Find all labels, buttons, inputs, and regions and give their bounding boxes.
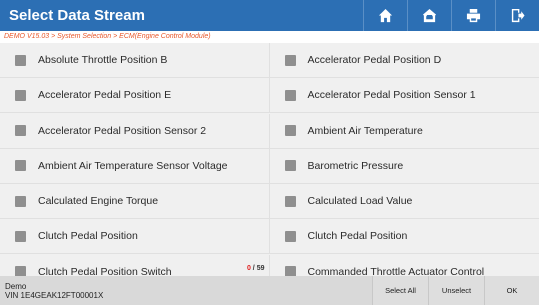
page-title: Select Data Stream xyxy=(9,7,145,24)
list-item[interactable]: Clutch Pedal Position Switch 0 / 59 xyxy=(0,254,270,276)
exit-icon xyxy=(511,8,525,23)
select-all-button[interactable]: Select All xyxy=(372,276,428,305)
list-item[interactable]: Accelerator Pedal Position E xyxy=(0,78,270,114)
list-row: Absolute Throttle Position B Accelerator… xyxy=(0,43,539,78)
item-label: Accelerator Pedal Position D xyxy=(307,54,442,66)
list-row: Clutch Pedal Position Switch 0 / 59 Comm… xyxy=(0,254,539,276)
item-label: Absolute Throttle Position B xyxy=(38,54,168,66)
item-label: Barometric Pressure xyxy=(307,159,404,172)
list-item[interactable]: Accelerator Pedal Position Sensor 2 xyxy=(0,113,270,149)
list-item[interactable]: Accelerator Pedal Position D xyxy=(269,43,539,78)
item-label: Accelerator Pedal Position Sensor 1 xyxy=(307,89,476,102)
vehicle-info: Demo VIN 1E4GEAK12FT00001X xyxy=(0,282,372,300)
checkbox[interactable] xyxy=(15,89,26,101)
list-item[interactable]: Ambient Air Temperature xyxy=(269,114,539,149)
print-button[interactable] xyxy=(451,0,495,31)
bottom-bar: Demo VIN 1E4GEAK12FT00001X Select All Un… xyxy=(0,276,539,305)
data-stream-list[interactable]: Absolute Throttle Position B Accelerator… xyxy=(0,43,539,276)
list-item[interactable]: Calculated Engine Torque xyxy=(0,184,270,220)
item-label: Commanded Throttle Actuator Control xyxy=(307,265,485,276)
toolbar xyxy=(363,0,539,31)
list-row: Ambient Air Temperature Sensor Voltage B… xyxy=(0,148,539,184)
exit-button[interactable] xyxy=(495,0,539,31)
item-label: Calculated Load Value xyxy=(307,195,413,208)
breadcrumb: DEMO V15.03 > System Selection > ECM(Eng… xyxy=(0,31,539,43)
list-row: Calculated Engine Torque Calculated Load… xyxy=(0,184,539,220)
checkbox[interactable] xyxy=(15,54,26,66)
vehicle-button[interactable] xyxy=(407,0,451,31)
checkbox[interactable] xyxy=(284,160,296,172)
item-label: Clutch Pedal Position Switch xyxy=(38,265,172,276)
list-item[interactable]: Clutch Pedal Position xyxy=(0,219,270,255)
checkbox[interactable] xyxy=(15,125,26,137)
title-bar: Select Data Stream xyxy=(0,0,539,31)
list-item[interactable]: Ambient Air Temperature Sensor Voltage xyxy=(0,148,270,184)
car-icon xyxy=(422,8,437,23)
checkbox[interactable] xyxy=(284,230,296,242)
checkbox[interactable] xyxy=(284,195,296,207)
list-item[interactable]: Accelerator Pedal Position Sensor 1 xyxy=(269,78,539,114)
item-label: Accelerator Pedal Position E xyxy=(38,89,172,102)
item-label: Accelerator Pedal Position Sensor 2 xyxy=(38,124,207,137)
checkbox[interactable] xyxy=(284,54,296,66)
checkbox[interactable] xyxy=(284,89,296,101)
list-row: Accelerator Pedal Position Sensor 2 Ambi… xyxy=(0,113,539,149)
item-label: Ambient Air Temperature Sensor Voltage xyxy=(38,159,228,172)
vehicle-name: Demo xyxy=(5,281,27,291)
print-icon xyxy=(466,8,481,23)
item-label: Clutch Pedal Position xyxy=(307,230,408,243)
list-row: Accelerator Pedal Position E Accelerator… xyxy=(0,78,539,114)
list-item[interactable]: Barometric Pressure xyxy=(269,149,539,184)
list-row: Clutch Pedal Position Clutch Pedal Posit… xyxy=(0,219,539,255)
list-item[interactable]: Absolute Throttle Position B xyxy=(0,43,270,78)
checkbox[interactable] xyxy=(284,125,296,137)
checkbox[interactable] xyxy=(15,266,26,276)
list-item[interactable]: Clutch Pedal Position xyxy=(269,219,539,255)
checkbox[interactable] xyxy=(15,195,26,207)
total-count: 59 xyxy=(256,264,265,272)
checkbox[interactable] xyxy=(15,230,26,242)
checkbox[interactable] xyxy=(284,266,296,276)
item-label: Ambient Air Temperature xyxy=(307,124,423,137)
item-label: Clutch Pedal Position xyxy=(38,230,138,243)
vehicle-vin: VIN 1E4GEAK12FT00001X xyxy=(5,290,104,300)
list-item[interactable]: Calculated Load Value xyxy=(269,184,539,220)
selection-counter: 0 / 59 xyxy=(247,265,265,272)
home-icon xyxy=(378,8,393,23)
list-item[interactable]: Commanded Throttle Actuator Control xyxy=(270,255,539,276)
ok-button[interactable]: OK xyxy=(484,276,539,305)
unselect-button[interactable]: Unselect xyxy=(428,276,484,305)
checkbox[interactable] xyxy=(15,160,26,172)
home-button[interactable] xyxy=(363,0,407,31)
item-label: Calculated Engine Torque xyxy=(38,195,159,208)
